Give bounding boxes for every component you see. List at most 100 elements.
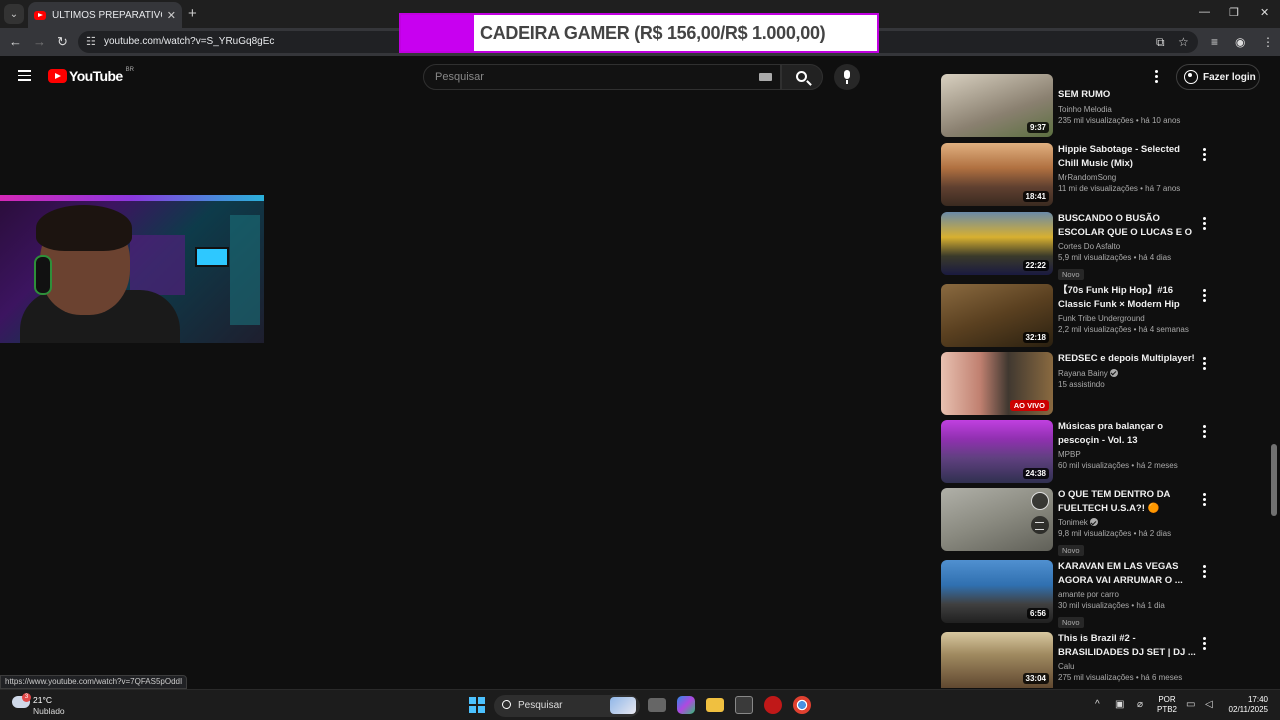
scrollbar-thumb[interactable] bbox=[1271, 444, 1277, 516]
minimize-icon[interactable]: — bbox=[1199, 6, 1210, 18]
add-to-queue-icon[interactable] bbox=[1031, 516, 1049, 534]
chrome-icon[interactable] bbox=[793, 696, 811, 714]
voice-search-icon[interactable] bbox=[834, 64, 860, 90]
youtube-logo[interactable]: YouTube BR bbox=[48, 67, 134, 84]
weather-temperature[interactable]: 21°C bbox=[33, 695, 52, 705]
video-thumbnail[interactable]: 24:38 bbox=[941, 420, 1053, 483]
video-thumbnail[interactable]: 6:56 bbox=[941, 560, 1053, 623]
new-tab-icon[interactable]: + bbox=[188, 5, 197, 22]
copilot-icon[interactable] bbox=[677, 696, 695, 714]
video-title[interactable]: Músicas pra balançar o pescoçin - Vol. 1… bbox=[1058, 420, 1198, 447]
channel-name[interactable]: Funk Tribe Underground bbox=[1058, 313, 1198, 324]
video-thumbnail[interactable]: 33:04 bbox=[941, 632, 1053, 688]
restore-icon[interactable]: ❐ bbox=[1229, 6, 1239, 19]
app-red-icon[interactable] bbox=[764, 696, 782, 714]
view-count: 15 assistindo bbox=[1058, 379, 1105, 389]
upload-age: há 6 meses bbox=[1140, 673, 1183, 682]
search-placeholder: Pesquisar bbox=[435, 71, 484, 83]
video-thumbnail[interactable]: 22:22 bbox=[941, 212, 1053, 275]
weather-condition[interactable]: Nublado bbox=[33, 706, 65, 716]
video-recommendation[interactable]: AO VIVO REDSEC e depois Multiplayer! Ray… bbox=[941, 352, 1211, 416]
search-icon bbox=[796, 71, 807, 82]
video-recommendation[interactable]: 6:56 KARAVAN EM LAS VEGAS AGORA VAI ARRU… bbox=[941, 560, 1211, 628]
menu-icon[interactable] bbox=[18, 70, 31, 84]
video-title[interactable]: O QUE TEM DENTRO DA FUELTECH U.S.A?! 🟠 bbox=[1058, 488, 1198, 515]
start-menu-icon[interactable] bbox=[469, 697, 485, 713]
video-title[interactable]: REDSEC e depois Multiplayer! bbox=[1058, 352, 1198, 366]
volume-icon[interactable]: ◁ bbox=[1205, 699, 1213, 710]
tray-overflow-icon[interactable]: ^ bbox=[1095, 699, 1100, 710]
install-app-icon[interactable]: ⧉ bbox=[1156, 35, 1165, 50]
video-recommendation[interactable]: 18:41 Hippie Sabotage - Selected Chill M… bbox=[941, 143, 1211, 207]
channel-name[interactable]: Toinho Melodia bbox=[1058, 104, 1198, 115]
video-recommendation[interactable]: 24:38 Músicas pra balançar o pescoçin - … bbox=[941, 420, 1211, 484]
video-thumbnail[interactable] bbox=[941, 488, 1053, 551]
close-window-icon[interactable]: ✕ bbox=[1260, 6, 1269, 19]
video-recommendation[interactable]: 22:22 BUSCANDO O BUSÃO ESCOLAR QUE O LUC… bbox=[941, 212, 1211, 280]
video-title[interactable]: BUSCANDO O BUSÃO ESCOLAR QUE O LUCAS E O… bbox=[1058, 212, 1198, 239]
profile-icon[interactable]: ◉ bbox=[1235, 35, 1245, 49]
more-actions-icon[interactable] bbox=[1203, 493, 1206, 508]
video-title[interactable]: Hippie Sabotage - Selected Chill Music (… bbox=[1058, 143, 1198, 170]
scrollbar-track[interactable] bbox=[1270, 96, 1278, 688]
channel-name[interactable]: MrRandomSong bbox=[1058, 172, 1198, 183]
keyboard-icon[interactable] bbox=[759, 73, 772, 81]
more-actions-icon[interactable] bbox=[1203, 565, 1206, 580]
tab-search-icon[interactable]: ⌄ bbox=[4, 4, 24, 24]
more-actions-icon[interactable] bbox=[1203, 637, 1206, 652]
tray-app-icon[interactable]: ▣ bbox=[1115, 699, 1124, 710]
back-icon[interactable]: ← bbox=[9, 34, 22, 49]
video-thumbnail[interactable]: AO VIVO bbox=[941, 352, 1053, 415]
bookmark-star-icon[interactable]: ☆ bbox=[1178, 35, 1189, 49]
new-badge: Novo bbox=[1058, 617, 1084, 628]
youtube-play-icon bbox=[48, 69, 67, 83]
channel-name[interactable]: Cortes Do Asfalto bbox=[1058, 241, 1198, 252]
video-thumbnail[interactable]: 18:41 bbox=[941, 143, 1053, 206]
clock[interactable]: 17:40 02/11/2025 bbox=[1222, 695, 1268, 715]
tab-close-icon[interactable]: ✕ bbox=[167, 9, 176, 22]
channel-name[interactable]: MPBP bbox=[1058, 449, 1198, 460]
reload-icon[interactable]: ↻ bbox=[57, 34, 68, 50]
video-thumbnail[interactable]: 9:37 bbox=[941, 74, 1053, 137]
chrome-menu-icon[interactable]: ⋮ bbox=[1262, 35, 1274, 49]
more-actions-icon[interactable] bbox=[1203, 289, 1206, 304]
microsoft-store-icon[interactable] bbox=[735, 696, 753, 714]
channel-name[interactable]: Calu bbox=[1058, 661, 1198, 672]
view-count: 60 mil visualizações bbox=[1058, 461, 1130, 470]
video-title[interactable]: This is Brazil #2 - BRASILIDADES DJ SET … bbox=[1058, 632, 1198, 659]
channel-name[interactable]: amante por carro bbox=[1058, 589, 1198, 600]
video-duration: 32:18 bbox=[1022, 332, 1049, 343]
more-actions-icon[interactable] bbox=[1203, 425, 1206, 440]
browser-tab[interactable]: ÚLTIMOS PREPARATIVOS PARA ✕ bbox=[28, 2, 182, 28]
channel-name[interactable]: Rayana Bainy bbox=[1058, 369, 1108, 378]
taskbar-search[interactable]: Pesquisar bbox=[494, 695, 640, 717]
forward-icon[interactable]: → bbox=[33, 34, 46, 49]
video-recommendation[interactable]: 33:04 This is Brazil #2 - BRASILIDADES D… bbox=[941, 632, 1211, 688]
video-title[interactable]: SEM RUMO bbox=[1058, 88, 1198, 102]
site-info-icon[interactable]: ☷ bbox=[86, 35, 96, 48]
file-explorer-icon[interactable] bbox=[706, 698, 724, 712]
network-icon[interactable]: ⌀ bbox=[1137, 699, 1143, 710]
display-icon[interactable]: ▭ bbox=[1186, 699, 1195, 710]
search-input[interactable]: Pesquisar bbox=[423, 64, 781, 90]
video-duration: 24:38 bbox=[1022, 468, 1049, 479]
video-recommendation[interactable]: O QUE TEM DENTRO DA FUELTECH U.S.A?! 🟠 T… bbox=[941, 488, 1211, 556]
watch-later-icon[interactable] bbox=[1031, 492, 1049, 510]
more-actions-icon[interactable] bbox=[1203, 217, 1206, 232]
search-button[interactable] bbox=[781, 64, 823, 90]
upload-age: há 4 dias bbox=[1138, 253, 1172, 262]
more-actions-icon[interactable] bbox=[1203, 148, 1206, 163]
video-thumbnail[interactable]: 32:18 bbox=[941, 284, 1053, 347]
media-controls-icon[interactable]: ≡ bbox=[1211, 35, 1218, 49]
video-title[interactable]: 【70s Funk Hip Hop】#16 Classic Funk × Mod… bbox=[1058, 284, 1198, 311]
more-actions-icon[interactable] bbox=[1203, 357, 1206, 372]
video-title[interactable]: KARAVAN EM LAS VEGAS AGORA VAI ARRUMAR O… bbox=[1058, 560, 1198, 587]
channel-name[interactable]: Tonimek bbox=[1058, 518, 1088, 527]
video-recommendation[interactable]: 32:18 【70s Funk Hip Hop】#16 Classic Funk… bbox=[941, 284, 1211, 348]
upload-age: há 1 dia bbox=[1136, 601, 1165, 610]
upload-age: há 2 meses bbox=[1136, 461, 1178, 470]
input-language[interactable]: POR PTB2 bbox=[1157, 695, 1177, 715]
verified-icon bbox=[1089, 518, 1098, 526]
task-view-icon[interactable] bbox=[648, 698, 666, 712]
video-recommendation[interactable]: 9:37 SEM RUMO Toinho Melodia 235 mil vis… bbox=[941, 74, 1211, 138]
